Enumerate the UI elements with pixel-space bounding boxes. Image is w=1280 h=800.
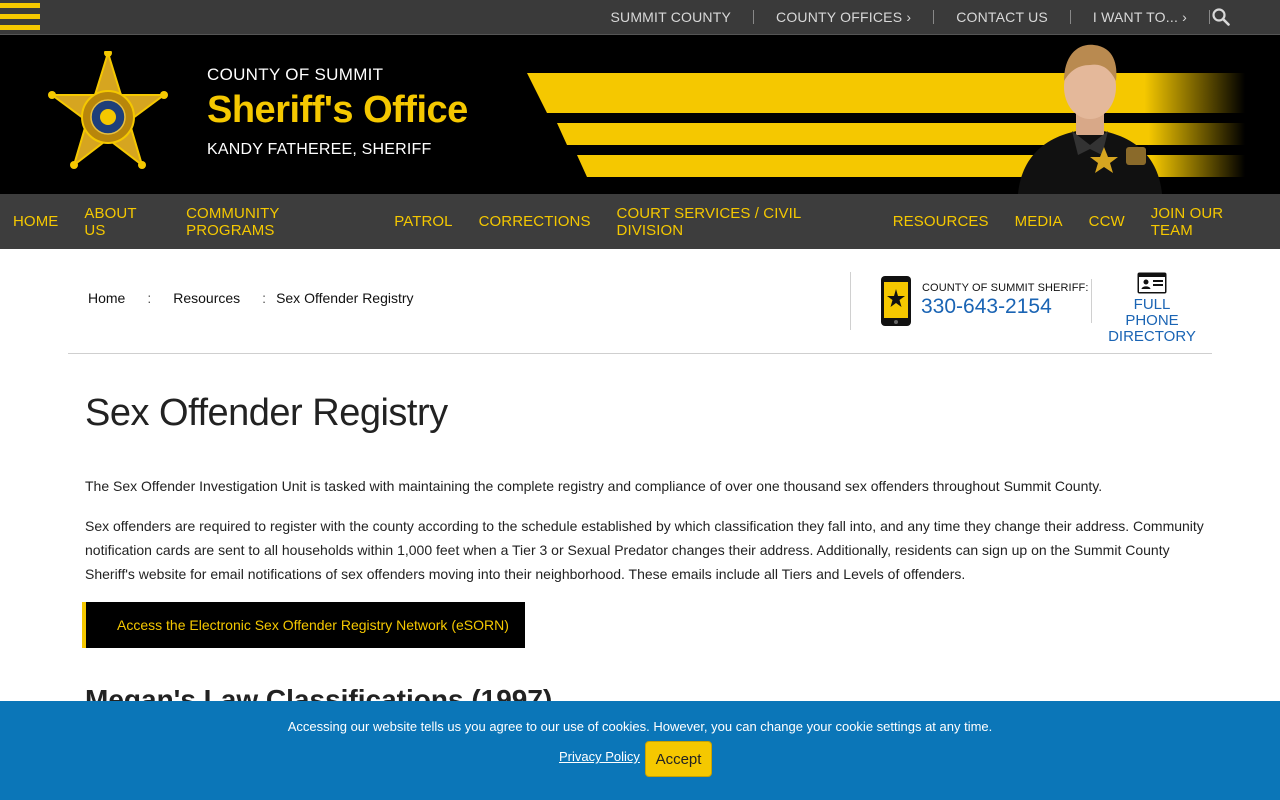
utility-link-county-offices[interactable]: COUNTY OFFICES › (776, 9, 911, 25)
nav-join-our-team[interactable]: JOIN OUR TEAM (1151, 205, 1267, 239)
breadcrumb-current: Sex Offender Registry (276, 290, 414, 306)
breadcrumb-separator: : (262, 290, 267, 306)
sheriff-badge-logo[interactable] (44, 51, 172, 175)
full-phone-directory-link[interactable]: FULL PHONE DIRECTORY (1106, 297, 1198, 345)
intro-paragraph: The Sex Offender Investigation Unit is t… (85, 478, 1103, 494)
divider (1209, 10, 1210, 24)
directory-line-1: FULL PHONE (1125, 296, 1179, 329)
main-nav: HOME ABOUT US COMMUNITY PROGRAMS PATROL … (0, 194, 1280, 249)
phone-label: COUNTY OF SUMMIT SHERIFF: (922, 282, 1089, 294)
nav-ccw[interactable]: CCW (1089, 213, 1125, 230)
nav-corrections[interactable]: CORRECTIONS (479, 213, 591, 230)
menu-icon[interactable] (0, 0, 40, 34)
divider (1091, 279, 1092, 323)
utility-nav: SUMMIT COUNTY COUNTY OFFICES › CONTACT U… (610, 0, 1232, 34)
divider (850, 272, 851, 330)
breadcrumb-home[interactable]: Home (88, 290, 125, 306)
utility-link-summit-county[interactable]: SUMMIT COUNTY (610, 9, 731, 25)
utility-link-i-want-to[interactable]: I WANT TO... › (1093, 9, 1187, 25)
phone-number-link[interactable]: 330-643-2154 (921, 295, 1052, 319)
breadcrumb-bar: Home : Resources : Sex Offender Registry… (68, 249, 1212, 354)
cookie-message: Accessing our website tells us you agree… (287, 719, 993, 734)
registration-paragraph: Sex offenders are required to register w… (85, 518, 1204, 582)
divider (1069, 10, 1071, 24)
county-name: COUNTY OF SUMMIT (207, 65, 384, 84)
breadcrumb-separator: : (147, 290, 152, 306)
nav-patrol[interactable]: PATROL (394, 213, 452, 230)
nav-media[interactable]: MEDIA (1015, 213, 1063, 230)
esorn-button[interactable]: Access the Electronic Sex Offender Regis… (82, 602, 525, 648)
nav-about-us[interactable]: ABOUT US (84, 205, 160, 239)
privacy-policy-link[interactable]: Privacy Policy (559, 749, 640, 764)
utility-bar: SUMMIT COUNTY COUNTY OFFICES › CONTACT U… (0, 0, 1280, 35)
divider (753, 10, 755, 24)
nav-resources[interactable]: RESOURCES (893, 213, 989, 230)
phone-icon (881, 276, 911, 326)
sheriff-photo (1018, 44, 1162, 194)
breadcrumb: Home : Resources : Sex Offender Registry (88, 290, 414, 306)
utility-link-contact-us[interactable]: CONTACT US (956, 9, 1048, 25)
accept-cookies-button[interactable]: Accept (645, 741, 712, 777)
divider (933, 10, 935, 24)
nav-community-programs[interactable]: COMMUNITY PROGRAMS (186, 205, 368, 239)
id-card-icon (1137, 272, 1167, 294)
breadcrumb-resources[interactable]: Resources (173, 290, 240, 306)
nav-home[interactable]: HOME (13, 213, 58, 230)
sheriff-name: KANDY FATHEREE, SHERIFF (207, 141, 432, 158)
search-icon[interactable] (1212, 8, 1230, 26)
cookie-banner: Accessing our website tells us you agree… (0, 701, 1280, 800)
page-title: Sex Offender Registry (85, 392, 448, 434)
nav-court-services[interactable]: COURT SERVICES / CIVIL DIVISION (617, 205, 867, 239)
directory-line-2: DIRECTORY (1108, 328, 1196, 345)
site-header: COUNTY OF SUMMIT Sheriff's Office KANDY … (0, 35, 1280, 194)
office-title[interactable]: Sheriff's Office (207, 89, 468, 132)
